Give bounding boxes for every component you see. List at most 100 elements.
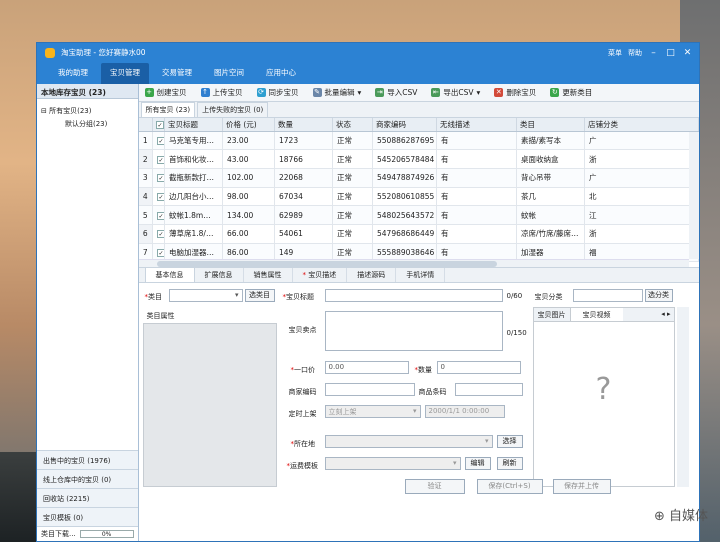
menu-button[interactable]: 菜单 (608, 48, 622, 58)
create-item-button[interactable]: + 创建宝贝 (144, 87, 187, 98)
col-status[interactable]: 状态 (332, 118, 373, 132)
tab-desc-source[interactable]: 描述源码 (347, 268, 397, 282)
sync-item-button[interactable]: ⟳ 同步宝贝 (256, 87, 299, 98)
media-nav-arrows[interactable]: ◂ ▸ (658, 308, 673, 321)
shop-category-input[interactable] (572, 289, 643, 302)
schedule-datetime[interactable]: 2000/1/1 0:00:00 (424, 405, 505, 418)
export-icon: ⇤ (431, 88, 441, 97)
quantity-input[interactable]: 0 (436, 361, 521, 374)
tree-all-items[interactable]: ⊟ 所有宝贝(23) (41, 105, 134, 118)
tab-item-video[interactable]: 宝贝视频 (570, 308, 623, 321)
edit-icon: ✎ (312, 88, 322, 97)
row-checkbox[interactable]: ✓ (152, 131, 165, 151)
row-checkbox[interactable]: ✓ (152, 224, 165, 244)
tab-all-items[interactable]: 所有宝贝 (23) (140, 102, 196, 117)
recycle-bin[interactable]: 回收站 (2215) (37, 488, 138, 507)
online-warehouse-items[interactable]: 线上仓库中的宝贝 (0) (37, 469, 138, 488)
category-dropdown[interactable]: ▾ (168, 289, 243, 302)
verify-button[interactable]: 验证 (404, 479, 465, 494)
cell-merchant-code: 549478874926 (372, 168, 437, 188)
barcode-input[interactable] (454, 383, 523, 396)
merchant-code-input[interactable] (324, 383, 415, 396)
col-shop-category[interactable]: 店铺分类 (584, 118, 699, 132)
title-input[interactable] (324, 289, 503, 302)
cell-category: 桌面收纳盒 (516, 149, 585, 169)
col-price[interactable]: 价格 (元) (222, 118, 275, 132)
cell-shop-category: 北 (584, 187, 699, 207)
selling-point-label: 宝贝卖点 (288, 326, 317, 334)
delete-item-button[interactable]: ✕ 删除宝贝 (494, 87, 536, 98)
refresh-shipping-button[interactable]: 刷新 (496, 457, 523, 470)
location-dropdown[interactable]: ▾ (324, 435, 493, 448)
tab-upload-failed[interactable]: 上传失败的宝贝 (0) (197, 102, 269, 117)
items-grid: ✓ 宝贝标题 价格 (元) 数量 状态 商家编码 无线描述 类目 店铺分类 1 ✓… (138, 118, 699, 268)
on-sale-items[interactable]: 出售中的宝贝 (1976) (37, 450, 138, 469)
tab-item-desc[interactable]: * 宝贝描述 (293, 268, 348, 282)
nav-app-center[interactable]: 应用中心 (257, 63, 305, 84)
update-category-button[interactable]: ↻ 更新类目 (550, 87, 592, 98)
row-number: 6 (138, 224, 153, 244)
cell-shop-category: 广 (584, 131, 699, 151)
row-checkbox[interactable]: ✓ (152, 149, 165, 169)
minimize-icon[interactable]: – (648, 48, 659, 58)
table-row[interactable]: 3 ✓ 截瓶新款打… 102.00 22068 正常 549478874926 有背心吊带广 (138, 168, 699, 188)
batch-edit-button[interactable]: ✎ 批量编辑 ▾ (312, 87, 361, 98)
table-row[interactable]: 6 ✓ 薄草席1.8/… 66.00 54061 正常 547968686449 有凉席/竹席… (138, 224, 699, 244)
col-merchant-code[interactable]: 商家编码 (372, 118, 437, 132)
tab-mobile-detail[interactable]: 手机详情 (396, 268, 446, 282)
form-vertical-scrollbar[interactable] (676, 307, 689, 487)
choose-location-button[interactable]: 选择 (496, 435, 523, 448)
cell-shop-category: 浙 (584, 224, 699, 244)
schedule-dropdown[interactable]: 立刻上架 ▾ (324, 405, 421, 418)
group-tree: ⊟ 所有宝贝(23) 默认分组(23) (37, 99, 138, 137)
table-row[interactable]: 1 ✓ 马克笔专用… 23.00 1723 正常 550886287695 有素描/素写本广 (138, 131, 699, 151)
save-button[interactable]: 保存(Ctrl+S) (476, 479, 543, 494)
col-quantity[interactable]: 数量 (274, 118, 333, 132)
col-category[interactable]: 类目 (516, 118, 585, 132)
row-checkbox[interactable]: ✓ (152, 187, 165, 207)
row-checkbox[interactable]: ✓ (152, 205, 165, 225)
tab-extended-info[interactable]: 扩展信息 (195, 268, 244, 282)
item-templates[interactable]: 宝贝模板 (0) (37, 507, 138, 526)
table-row[interactable]: 2 ✓ 首饰和化妆… 43.00 18766 正常 545206578484 有桌面收纳盒浙 (138, 149, 699, 169)
col-mobile-desc[interactable]: 无线描述 (436, 118, 517, 132)
table-row[interactable]: 5 ✓ 蚊帐1.8m… 134.00 62989 正常 548025643572 有蚊帐江 (138, 205, 699, 225)
edit-shipping-button[interactable]: 编辑 (464, 457, 491, 470)
select-category-button[interactable]: 选类目 (244, 289, 275, 302)
tab-item-images[interactable]: 宝贝图片 (534, 308, 571, 321)
media-panel: 宝贝图片 宝贝视频 ◂ ▸ ? (532, 307, 675, 487)
close-icon[interactable]: ✕ (682, 48, 693, 58)
select-all-checkbox[interactable]: ✓ (152, 118, 165, 132)
row-number: 5 (138, 205, 153, 225)
import-icon: ⇥ (375, 88, 385, 97)
nav-my-assistant[interactable]: 我的助理 (49, 63, 97, 84)
grid-vertical-scrollbar[interactable] (689, 132, 699, 259)
cell-status: 正常 (332, 187, 373, 207)
nav-trade-management[interactable]: 交易管理 (153, 63, 201, 84)
shipping-template-dropdown[interactable]: ▾ (324, 457, 461, 470)
select-shop-category-button[interactable]: 选分类 (644, 289, 673, 302)
cell-mobile-desc: 有 (436, 187, 517, 207)
col-title[interactable]: 宝贝标题 (164, 118, 223, 132)
price-input[interactable]: 0.00 (324, 361, 409, 374)
plus-icon: + (144, 88, 154, 97)
cell-mobile-desc: 有 (436, 224, 517, 244)
save-upload-button[interactable]: 保存并上传 (552, 479, 611, 494)
import-csv-button[interactable]: ⇥ 导入CSV (375, 87, 417, 98)
watermark: ⊕ 自媒体 (653, 509, 708, 524)
help-button[interactable]: 帮助 (628, 48, 642, 58)
upload-item-button[interactable]: ↑ 上传宝贝 (200, 87, 243, 98)
row-checkbox[interactable]: ✓ (152, 168, 165, 188)
grid-horizontal-scrollbar[interactable] (138, 259, 689, 267)
tree-default-group[interactable]: 默认分组(23) (41, 118, 134, 131)
table-row[interactable]: 4 ✓ 边几阳台小… 98.00 67034 正常 552080610855 有茶几北 (138, 187, 699, 207)
location-label: *所在地 (290, 440, 316, 448)
nav-item-management[interactable]: 宝贝管理 (101, 63, 149, 84)
cell-title: 截瓶新款打… (164, 168, 223, 188)
tab-sales-attr[interactable]: 销售属性 (244, 268, 293, 282)
maximize-icon[interactable]: □ (665, 48, 676, 58)
selling-point-input[interactable] (324, 311, 503, 351)
nav-image-space[interactable]: 图片空间 (205, 63, 253, 84)
export-csv-button[interactable]: ⇤ 导出CSV ▾ (431, 87, 480, 98)
tab-basic-info[interactable]: 基本信息 (144, 267, 195, 282)
